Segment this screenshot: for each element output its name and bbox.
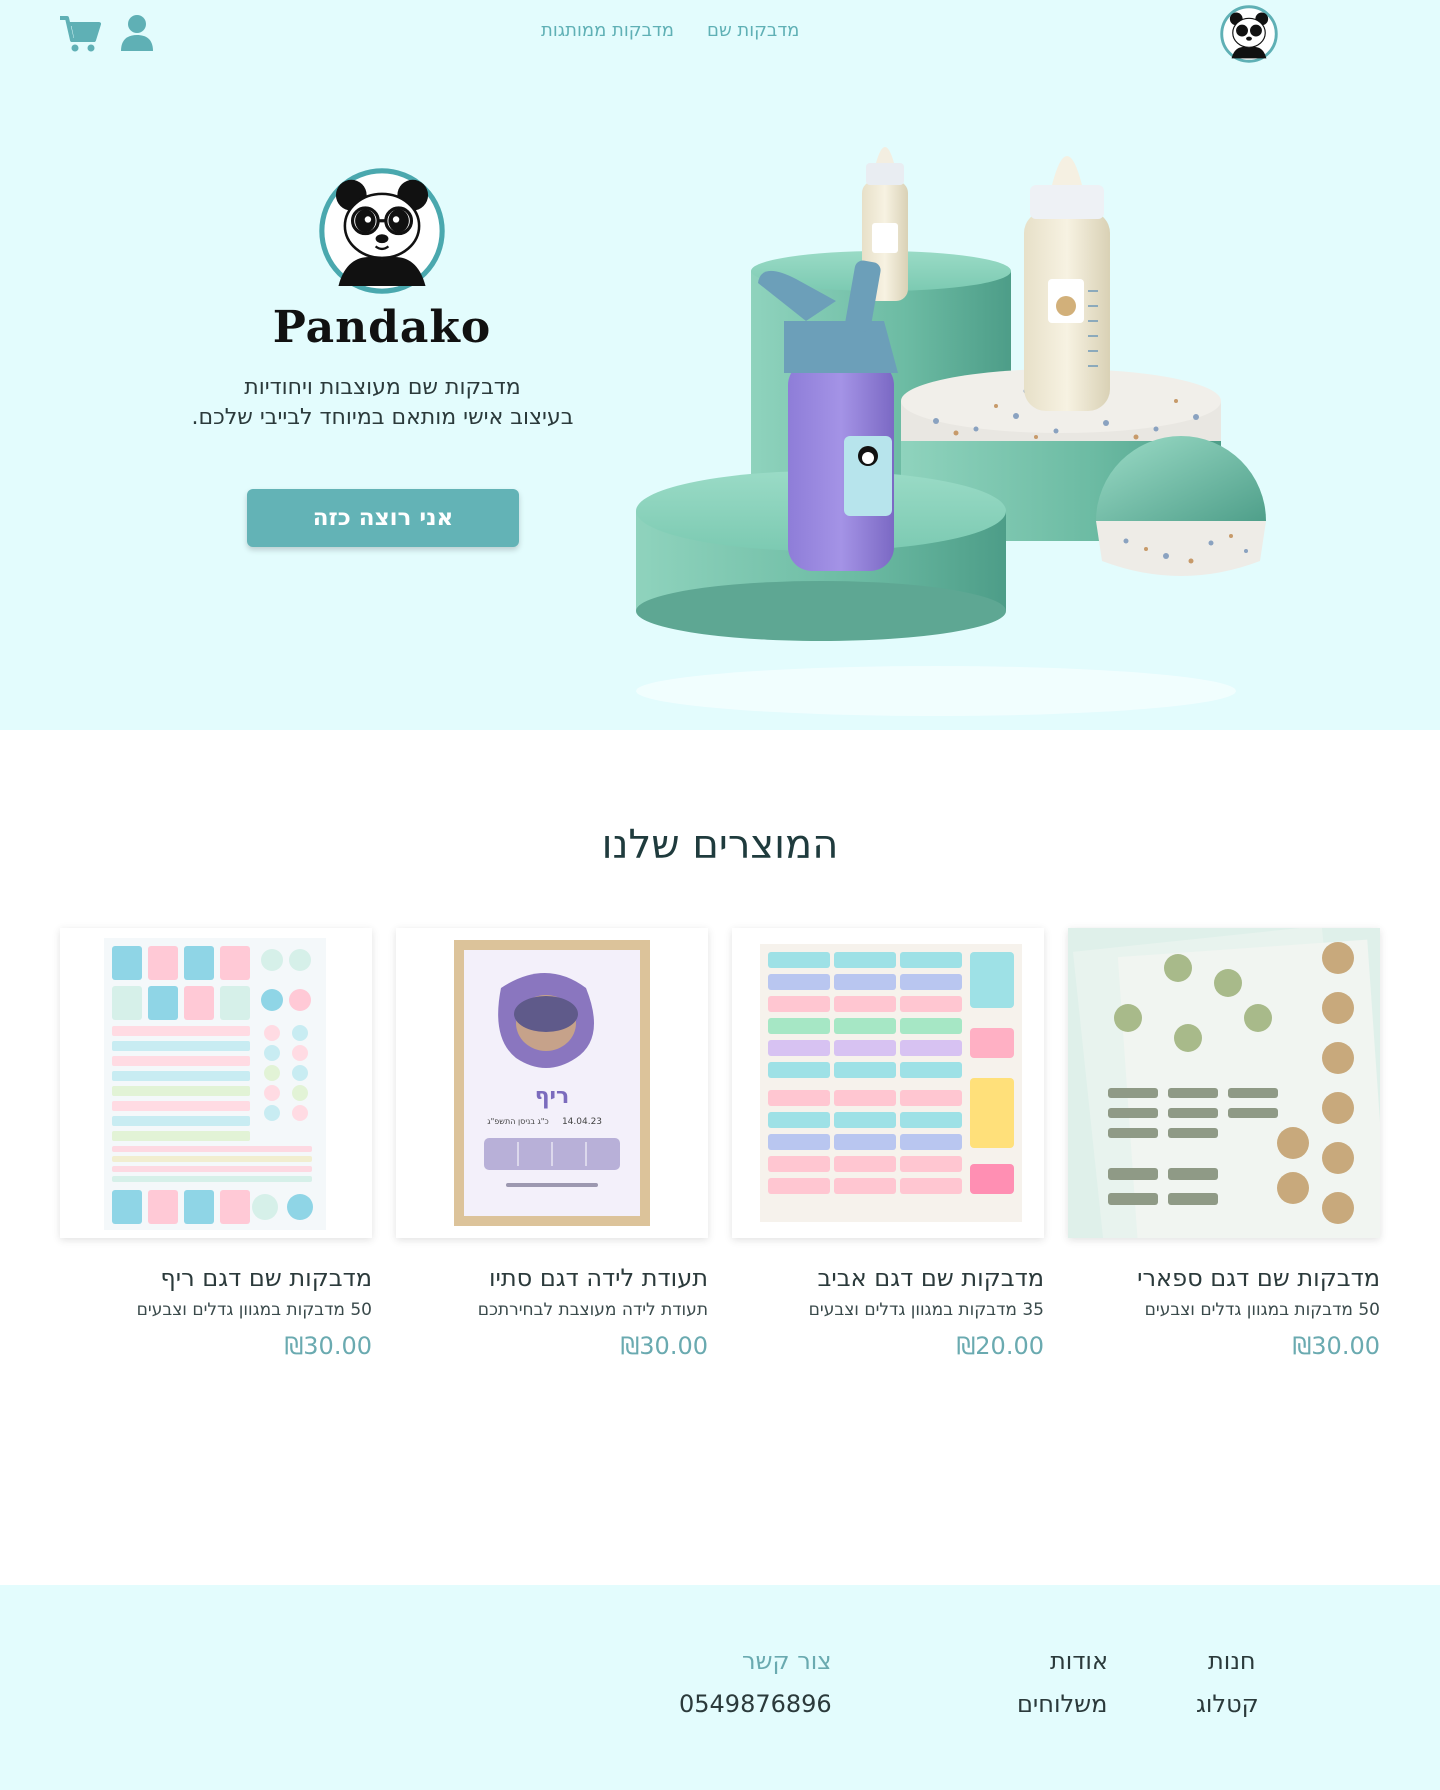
panda-logo-large: [319, 168, 445, 294]
product-card-certificate[interactable]: ריף 14.04.23 כ"ג בניסן התשפ"ג תעודת לידה…: [396, 928, 708, 1360]
footer-link-shop[interactable]: חנות: [1208, 1647, 1256, 1675]
certificate-date: 14.04.23: [562, 1117, 602, 1127]
product-card-safari[interactable]: מדבקות שם דגם ספארי 50 מדבקות במגוון גדל…: [1068, 928, 1380, 1360]
site-footer: חנות קטלוג אודות משלוחים צור קשר 0549876…: [0, 1585, 1440, 1790]
footer-contact-title[interactable]: צור קשר: [742, 1647, 832, 1675]
product-desc: תעודת לידה מעוצבת לבחירתכם: [477, 1300, 708, 1320]
product-card-aviv[interactable]: מדבקות שם דגם אביב 35 מדבקות במגוון גדלי…: [732, 928, 1044, 1360]
product-image-reef[interactable]: [60, 928, 372, 1238]
footer-link-about[interactable]: אודות: [1050, 1647, 1108, 1675]
product-price: ₪30.00: [1292, 1332, 1380, 1360]
product-desc: 50 מדבקות במגוון גדלים וצבעים: [1144, 1300, 1380, 1320]
hero-product-image: [636, 147, 1266, 716]
tagline-line-2: בעיצוב אישי מותאם במיוחד לבייבי שלכם.: [191, 405, 574, 430]
tagline-line-1: מדבקות שם מעוצבות ויחודיות: [244, 375, 521, 400]
certificate-hebrew-date: כ"ג בניסן התשפ"ג: [487, 1117, 548, 1126]
product-desc: 50 מדבקות במגוון גדלים וצבעים: [136, 1300, 372, 1320]
hero-section: Pandako מדבקות שם מעוצבות ויחודיות בעיצו…: [0, 66, 1440, 730]
certificate-name: ריף: [535, 1084, 570, 1109]
brand-name: Pandako: [272, 302, 492, 353]
site-header: מדבקות שם מדבקות ממותגות: [0, 0, 1440, 66]
footer-link-catalog[interactable]: קטלוג: [1196, 1690, 1259, 1718]
cta-button[interactable]: אני רוצה כזה: [247, 489, 519, 547]
product-title[interactable]: מדבקות שם דגם אביב: [732, 1264, 1044, 1292]
product-title[interactable]: מדבקות שם דגם ריף: [60, 1264, 372, 1292]
product-title[interactable]: מדבקות שם דגם ספארי: [1068, 1264, 1380, 1292]
product-card-reef[interactable]: מדבקות שם דגם ריף 50 מדבקות במגוון גדלים…: [60, 928, 372, 1360]
products-title: המוצרים שלנו: [601, 822, 839, 868]
product-image-certificate[interactable]: ריף 14.04.23 כ"ג בניסן התשפ"ג: [396, 928, 708, 1238]
account-icon[interactable]: [120, 14, 154, 52]
product-title[interactable]: תעודת לידה דגם סתיו: [396, 1264, 708, 1292]
nav-name-stickers[interactable]: מדבקות שם: [707, 20, 799, 41]
product-desc: 35 מדבקות במגוון גדלים וצבעים: [808, 1300, 1044, 1320]
product-price: ₪30.00: [284, 1332, 372, 1360]
panda-logo[interactable]: [1220, 5, 1278, 63]
cart-icon[interactable]: [58, 14, 102, 54]
hero-tagline: מדבקות שם מעוצבות ויחודיות בעיצוב אישי מ…: [140, 373, 625, 433]
nav-branded-stickers[interactable]: מדבקות ממותגות: [541, 20, 674, 41]
product-price: ₪30.00: [620, 1332, 708, 1360]
footer-link-shipping[interactable]: משלוחים: [1017, 1690, 1107, 1718]
product-image-aviv[interactable]: [732, 928, 1044, 1238]
product-image-safari[interactable]: [1068, 928, 1380, 1238]
footer-phone[interactable]: 0549876896: [679, 1690, 832, 1718]
product-price: ₪20.00: [956, 1332, 1044, 1360]
